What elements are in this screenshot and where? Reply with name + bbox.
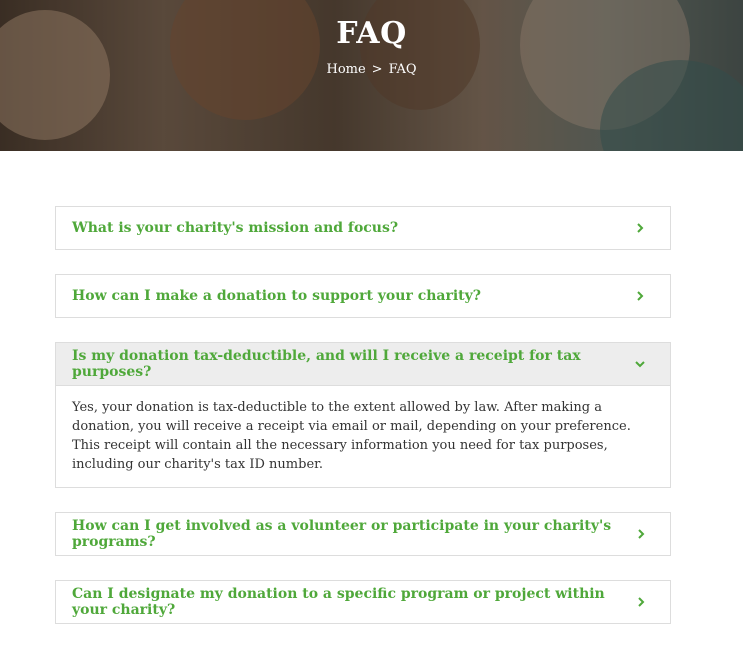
breadcrumb-current: FAQ: [388, 62, 417, 77]
faq-question-text: What is your charity's mission and focus…: [72, 220, 399, 236]
faq-item: How can I make a donation to support you…: [55, 274, 671, 318]
hero-banner: FAQ Home > FAQ: [0, 0, 743, 151]
faq-accordion: What is your charity's mission and focus…: [55, 206, 671, 648]
faq-answer-text: Yes, your donation is tax-deductible to …: [72, 400, 631, 472]
chevron-right-icon: [635, 596, 646, 608]
faq-item-expanded: Is my donation tax-deductible, and will …: [55, 342, 671, 488]
faq-question-text: How can I make a donation to support you…: [72, 288, 481, 304]
page-title: FAQ: [336, 16, 407, 51]
chevron-right-icon: [634, 222, 646, 234]
faq-question-text: Can I designate my donation to a specifi…: [72, 586, 605, 618]
faq-question-toggle[interactable]: Can I designate my donation to a specifi…: [56, 581, 670, 623]
faq-item: What is your charity's mission and focus…: [55, 206, 671, 250]
faq-item: How can I get involved as a volunteer or…: [55, 512, 671, 556]
chevron-right-icon: [634, 290, 646, 302]
faq-question-toggle[interactable]: Is my donation tax-deductible, and will …: [56, 343, 670, 386]
breadcrumb: Home > FAQ: [0, 62, 743, 77]
faq-question-toggle[interactable]: How can I get involved as a volunteer or…: [56, 513, 670, 555]
faq-question-toggle[interactable]: What is your charity's mission and focus…: [56, 207, 670, 249]
chevron-right-icon: [635, 528, 646, 540]
faq-question-text: Is my donation tax-deductible, and will …: [72, 348, 581, 380]
faq-question-toggle[interactable]: How can I make a donation to support you…: [56, 275, 670, 317]
breadcrumb-home-link[interactable]: Home: [326, 62, 365, 77]
chevron-down-icon: [635, 358, 646, 370]
faq-item: Can I designate my donation to a specifi…: [55, 580, 671, 624]
breadcrumb-separator: >: [371, 62, 383, 77]
faq-question-text: How can I get involved as a volunteer or…: [72, 518, 612, 550]
